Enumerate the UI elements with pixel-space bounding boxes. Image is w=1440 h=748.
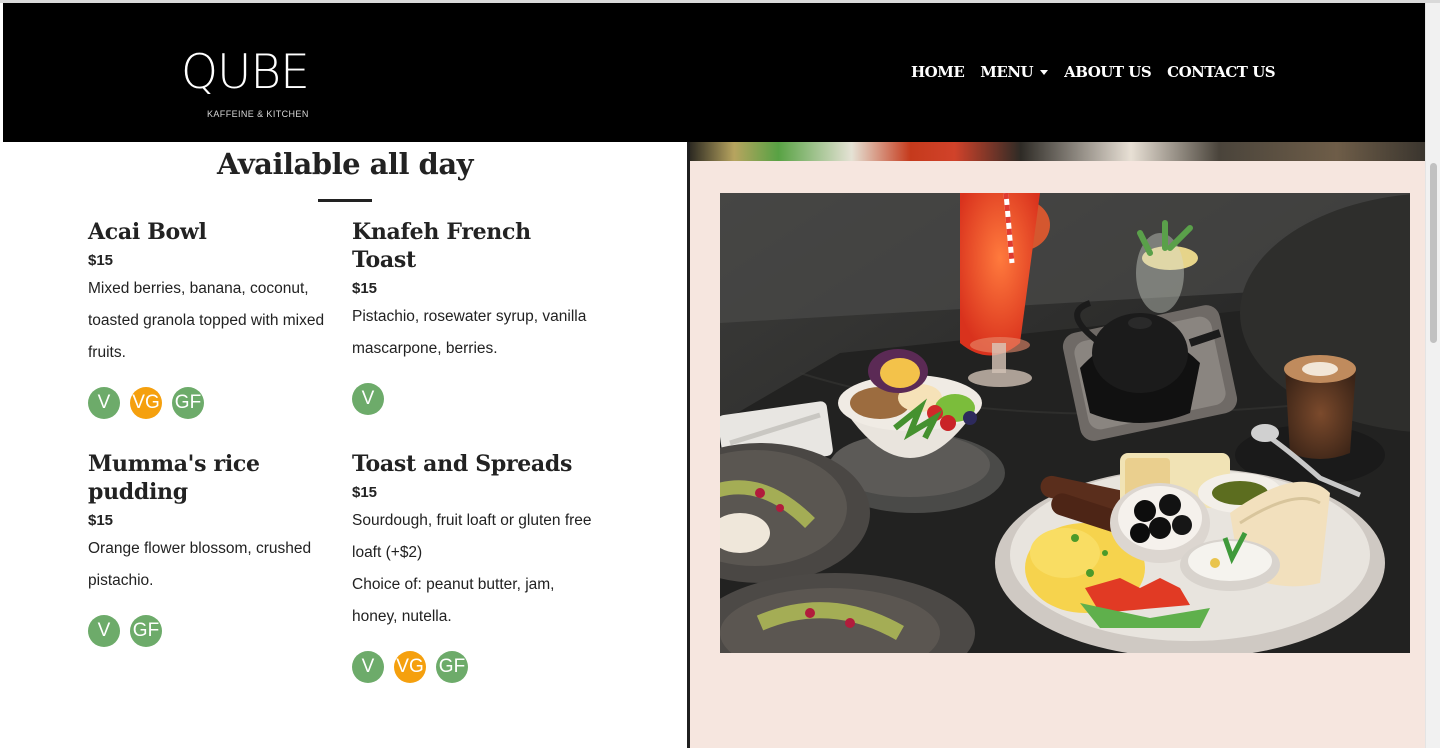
menu-item-mummas-rice-pudding: Mumma's rice pudding $15 Orange flower b… <box>88 450 328 647</box>
item-price: $15 <box>352 484 378 501</box>
menu-item-toast-and-spreads: Toast and Spreads $15 Sourdough, fruit l… <box>352 450 592 683</box>
item-name: Mumma's rice pudding <box>88 451 260 505</box>
item-price: $15 <box>88 252 114 269</box>
scrollbar-thumb[interactable] <box>1430 163 1437 343</box>
nav-home-label: HOME <box>911 63 965 81</box>
chevron-down-icon <box>1040 69 1049 75</box>
nav-about-us[interactable]: ABOUT US <box>1064 63 1152 81</box>
menu-item-knafeh-french-toast: Knafeh French Toast $15 Pistachio, rosew… <box>352 218 592 415</box>
breakfast-food-photo <box>720 193 1410 653</box>
vegetarian-badge: V <box>88 615 120 647</box>
menu-section: Available all day Acai Bowl $15 Mixed be… <box>3 142 687 748</box>
dietary-badges: V GF <box>88 615 328 647</box>
site-header: QUBE KAFFEINE & KITCHEN HOME MENU ABOUT … <box>3 3 1425 142</box>
gluten-free-badge: GF <box>436 651 468 683</box>
nav-menu-dropdown[interactable]: MENU <box>980 63 1049 81</box>
title-underline <box>318 199 372 202</box>
nav-contact-label: CONTACT US <box>1167 63 1276 81</box>
gallery-panel <box>690 142 1425 748</box>
item-price: $15 <box>88 512 114 529</box>
item-description: Mixed berries, banana, coconut, toasted … <box>88 280 325 361</box>
item-name: Knafeh French Toast <box>352 219 531 273</box>
vegetarian-badge: V <box>88 387 120 419</box>
item-name: Toast and Spreads <box>352 451 573 477</box>
dietary-badges: V <box>352 383 592 415</box>
logo-tagline: KAFFEINE & KITCHEN <box>207 109 309 119</box>
nav-contact-us[interactable]: CONTACT US <box>1167 63 1275 81</box>
item-name: Acai Bowl <box>88 219 207 245</box>
gluten-free-badge: GF <box>172 387 204 419</box>
vegetarian-badge: V <box>352 651 384 683</box>
menu-item-acai-bowl: Acai Bowl $15 Mixed berries, banana, coc… <box>88 218 338 419</box>
food-photo-strip <box>690 142 1425 161</box>
main-nav: HOME MENU ABOUT US CONTACT US <box>911 63 1276 81</box>
vegetarian-badge: V <box>352 383 384 415</box>
logo-wordmark: QUBE <box>181 45 310 100</box>
item-description: Orange flower blossom, crushed pistachio… <box>88 540 312 589</box>
vegan-badge: VG <box>394 651 426 683</box>
dietary-badges: V VG GF <box>88 387 338 419</box>
qube-logo[interactable]: QUBE KAFFEINE & KITCHEN <box>181 47 341 125</box>
nav-menu-label: MENU <box>980 63 1034 81</box>
nav-about-label: ABOUT US <box>1064 63 1152 81</box>
section-title: Available all day <box>217 147 473 181</box>
page-scrollbar[interactable] <box>1425 3 1440 748</box>
vegan-badge: VG <box>130 387 162 419</box>
item-description: Pistachio, rosewater syrup, vanilla masc… <box>352 308 587 357</box>
gluten-free-badge: GF <box>130 615 162 647</box>
item-description-extra: Choice of: peanut butter, jam, honey, nu… <box>352 576 555 625</box>
item-description: Sourdough, fruit loaft or gluten free lo… <box>352 512 592 561</box>
nav-home[interactable]: HOME <box>911 63 965 81</box>
dietary-badges: V VG GF <box>352 651 592 683</box>
item-price: $15 <box>352 280 378 297</box>
